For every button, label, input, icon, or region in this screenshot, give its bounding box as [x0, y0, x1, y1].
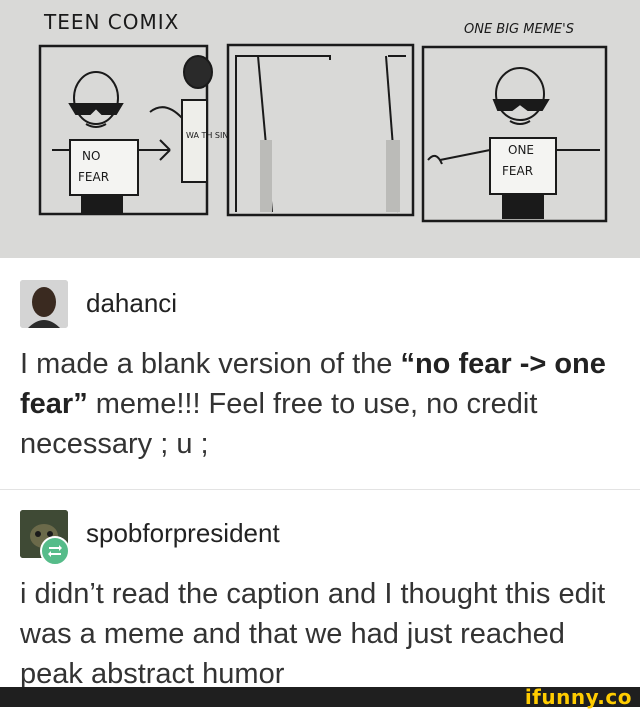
- panel-1-shirt-line2: FEAR: [78, 170, 109, 184]
- post-body-text-1: I made a blank version of the: [20, 348, 401, 380]
- panel-1-other-character: [149, 55, 213, 183]
- watermark-bar: ifunny.co: [0, 685, 640, 709]
- post-body: I made a blank version of the “no fear -…: [20, 344, 620, 464]
- panel-1-sign: WA TH SIN: [186, 131, 228, 140]
- post-body-2: i didn’t read the caption and I thought …: [20, 578, 606, 690]
- post-body-text-2: meme!!! Feel free to use, no credit nece…: [20, 388, 538, 460]
- panel-2-frame: [226, 43, 415, 217]
- comic-panels: NO FEAR ONE FEAR WA TH SIN: [38, 43, 608, 223]
- username-dahanci[interactable]: dahanci: [86, 288, 177, 319]
- ifunny-watermark: ifunny.co: [524, 685, 632, 709]
- post-dahanci: dahanci I made a blank version of the “n…: [0, 258, 640, 488]
- username-spobforpresident[interactable]: spobforpresident: [86, 518, 280, 549]
- panel-2-content: [235, 55, 406, 213]
- panel-3-shirt-line2: FEAR: [502, 164, 533, 178]
- avatar-dahanci[interactable]: [20, 280, 68, 328]
- post-spobforpresident: spobforpresident i didn’t read the capti…: [0, 490, 640, 690]
- reblog-icon: [40, 536, 70, 566]
- panel-1-shirt-line1: NO: [82, 149, 100, 163]
- panel-3-shirt-line1: ONE: [508, 143, 534, 157]
- comic-image: TEEN COMIX ONE BIG MEME'S NO FEAR ONE FE…: [0, 0, 640, 258]
- panel-1-character: [52, 71, 171, 214]
